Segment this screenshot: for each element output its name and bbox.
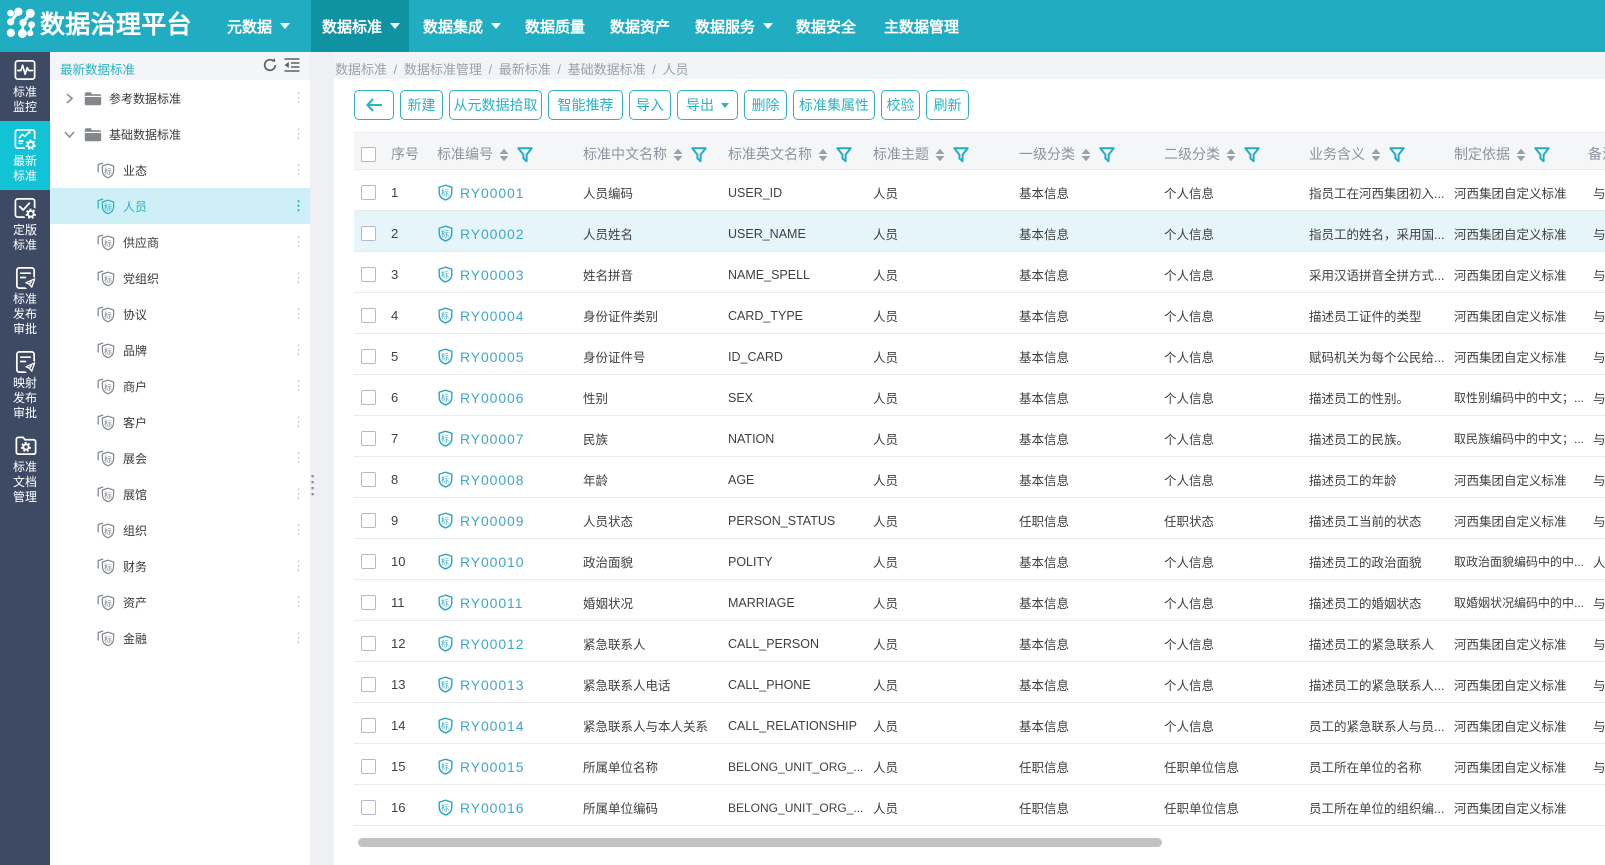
svg-text:标: 标: [441, 516, 450, 526]
svg-text:标: 标: [104, 597, 112, 607]
svg-text:标: 标: [104, 165, 112, 175]
svg-text:标: 标: [441, 721, 450, 731]
svg-text:标: 标: [104, 561, 112, 571]
svg-text:标: 标: [104, 453, 112, 463]
svg-text:标: 标: [104, 417, 112, 427]
svg-text:标: 标: [441, 270, 450, 280]
svg-text:标: 标: [441, 434, 450, 444]
svg-text:标: 标: [441, 229, 450, 239]
svg-text:标: 标: [441, 393, 450, 403]
svg-text:标: 标: [104, 381, 112, 391]
svg-text:标: 标: [441, 188, 450, 198]
svg-text:标: 标: [441, 639, 450, 649]
svg-text:标: 标: [104, 201, 112, 211]
svg-text:标: 标: [441, 598, 450, 608]
svg-text:标: 标: [104, 633, 112, 643]
svg-text:标: 标: [441, 680, 450, 690]
svg-text:标: 标: [104, 273, 112, 283]
svg-text:标: 标: [441, 762, 450, 772]
svg-text:标: 标: [441, 557, 450, 567]
svg-text:标: 标: [104, 489, 112, 499]
svg-text:标: 标: [104, 237, 112, 247]
svg-text:标: 标: [441, 352, 450, 362]
svg-text:标: 标: [441, 803, 450, 813]
svg-text:标: 标: [441, 475, 450, 485]
svg-text:标: 标: [441, 311, 450, 321]
svg-text:标: 标: [104, 309, 112, 319]
svg-text:标: 标: [104, 345, 112, 355]
svg-text:标: 标: [104, 525, 112, 535]
